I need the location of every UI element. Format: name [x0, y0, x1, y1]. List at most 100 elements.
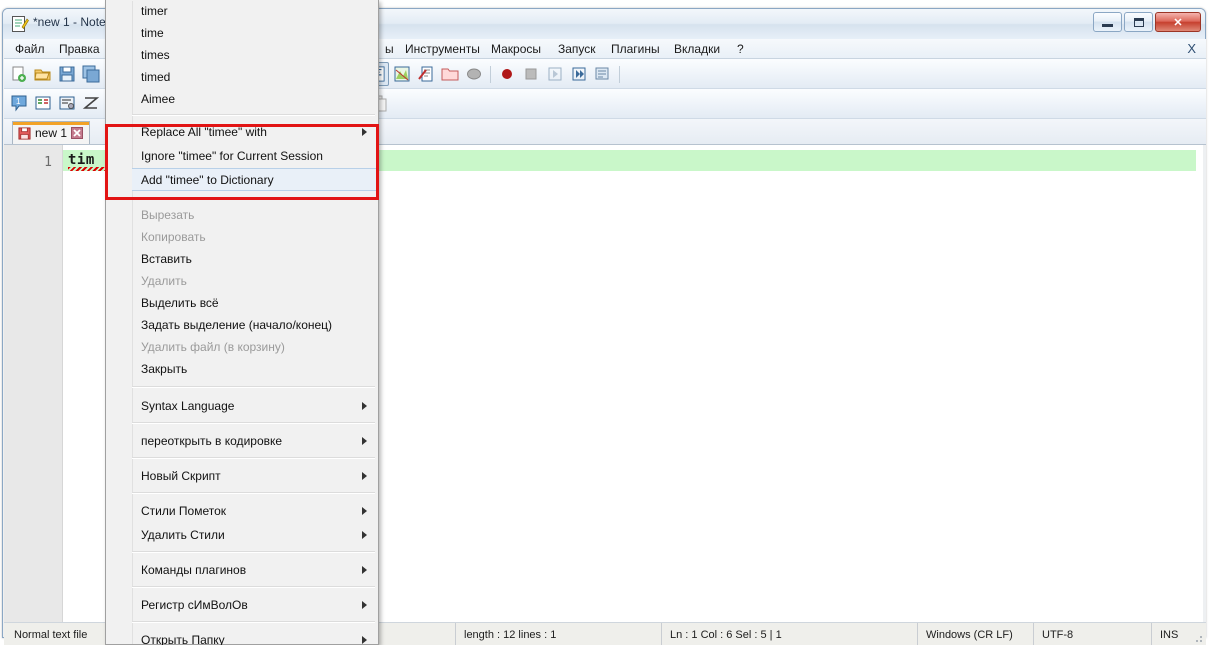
menu-close[interactable]: Закрыть	[132, 358, 377, 380]
suggestion-time[interactable]: time	[132, 22, 377, 44]
line-number: 1	[44, 155, 52, 170]
context-menu: timer time times timed Aimee Replace All…	[105, 0, 379, 645]
chevron-right-icon	[362, 402, 367, 410]
tab-new-1[interactable]: new 1	[12, 121, 91, 144]
monitoring-icon[interactable]	[463, 63, 485, 85]
vertical-scrollbar[interactable]	[1203, 145, 1206, 622]
menu-reopen-encoding[interactable]: переоткрыть в кодировке	[132, 429, 377, 453]
suggestion-timer[interactable]: timer	[132, 0, 377, 22]
chevron-right-icon	[362, 531, 367, 539]
menu-replace-all[interactable]: Replace All "timee" with	[132, 119, 377, 144]
menu-select-all[interactable]: Выделить всё	[132, 292, 377, 314]
chevron-right-icon	[362, 566, 367, 574]
tab-active-indicator	[13, 122, 90, 125]
window-buttons: ✕	[1093, 12, 1201, 32]
menu-remove-styles-label: Удалить Стили	[141, 528, 225, 542]
menu-separator	[132, 457, 375, 459]
menu-copy[interactable]: Копировать	[132, 226, 377, 248]
status-eol-format: Windows (CR LF)	[918, 623, 1034, 645]
menu-separator	[132, 422, 375, 424]
document-map-icon[interactable]	[391, 63, 413, 85]
menu-separator	[132, 492, 375, 494]
menu-remove-styles[interactable]: Удалить Стили	[132, 523, 377, 547]
menu-item-macros[interactable]: Макросы	[488, 42, 544, 56]
menu-item-file[interactable]: Файл	[12, 42, 48, 56]
menu-close-label: Закрыть	[141, 362, 188, 376]
menu-item-tabs[interactable]: Вкладки	[671, 42, 723, 56]
minimize-button[interactable]	[1093, 12, 1122, 32]
menu-separator	[132, 386, 375, 388]
menu-delete-file-label: Удалить файл (в корзину)	[141, 340, 285, 354]
function-list-icon[interactable]	[415, 63, 437, 85]
new-file-icon[interactable]	[8, 63, 30, 85]
menu-syntax-language-label: Syntax Language	[141, 399, 235, 413]
menu-ignore-session[interactable]: Ignore "timee" for Current Session	[132, 144, 377, 168]
close-button[interactable]: ✕	[1155, 12, 1201, 32]
save-macro-icon[interactable]	[592, 63, 614, 85]
menu-add-to-dictionary[interactable]: Add "timee" to Dictionary	[132, 168, 377, 191]
chevron-right-icon	[362, 128, 367, 136]
tab-label: new 1	[35, 126, 68, 140]
menu-new-script[interactable]: Новый Скрипт	[132, 464, 377, 488]
toolbar-separator	[616, 64, 623, 84]
status-encoding: UTF-8	[1034, 623, 1152, 645]
resize-grip-icon[interactable]	[1192, 632, 1204, 644]
svg-text:1: 1	[16, 97, 21, 106]
menu-separator	[132, 621, 375, 623]
menu-item-plugins[interactable]: Плагины	[608, 42, 663, 56]
open-file-icon[interactable]	[32, 63, 54, 85]
suggestion-timed[interactable]: timed	[132, 66, 377, 88]
menu-delete-file[interactable]: Удалить файл (в корзину)	[132, 336, 377, 358]
menu-item-partial[interactable]: ы	[382, 42, 397, 56]
menu-add-to-dictionary-label: Add "timee" to Dictionary	[141, 172, 274, 187]
menu-delete[interactable]: Удалить	[132, 270, 377, 292]
suggestion-times[interactable]: times	[132, 44, 377, 66]
menu-separator	[132, 114, 375, 116]
maximize-button[interactable]	[1124, 12, 1153, 32]
menu-copy-label: Копировать	[141, 230, 206, 244]
unsaved-floppy-icon	[18, 126, 31, 140]
menu-marker-styles[interactable]: Стили Пометок	[132, 499, 377, 523]
context-menu-items: timer time times timed Aimee Replace All…	[132, 0, 377, 645]
menu-delete-label: Удалить	[141, 274, 187, 288]
menu-separator	[132, 197, 375, 199]
suggestion-aimee[interactable]: Aimee	[132, 88, 377, 110]
menu-marker-styles-label: Стили Пометок	[141, 504, 227, 518]
menu-syntax-language[interactable]: Syntax Language	[132, 394, 377, 418]
sort-icon[interactable]	[80, 92, 102, 114]
stop-macro-icon[interactable]	[520, 63, 542, 85]
close-tab-icon[interactable]	[71, 127, 84, 139]
menu-reopen-encoding-label: переоткрыть в кодировке	[141, 434, 283, 448]
line-number-gutter: 1	[4, 145, 63, 622]
save-file-icon[interactable]	[56, 63, 78, 85]
close-document-button[interactable]: X	[1187, 41, 1196, 56]
save-all-icon[interactable]	[80, 63, 102, 85]
bookmark-icon[interactable]: 1	[8, 92, 30, 114]
properties-icon[interactable]	[56, 92, 78, 114]
record-macro-icon[interactable]	[496, 63, 518, 85]
menu-item-edit[interactable]: Правка	[56, 42, 103, 56]
toolbar-separator	[487, 64, 494, 84]
editor-text: tim	[68, 152, 95, 168]
folder-as-workspace-icon[interactable]	[439, 63, 461, 85]
play-multiple-macro-icon[interactable]	[568, 63, 590, 85]
spellcheck-squiggle	[68, 167, 110, 171]
chevron-right-icon	[362, 437, 367, 445]
menu-separator	[132, 551, 375, 553]
notepadpp-icon	[12, 16, 29, 32]
menu-item-run[interactable]: Запуск	[555, 42, 599, 56]
menu-item-tools[interactable]: Инструменты	[402, 42, 483, 56]
menu-set-selection[interactable]: Задать выделение (начало/конец)	[132, 314, 377, 336]
menu-paste[interactable]: Вставить	[132, 248, 377, 270]
compare-icon[interactable]	[32, 92, 54, 114]
menu-plugin-commands-label: Команды плагинов	[141, 563, 247, 577]
menu-item-help[interactable]: ?	[734, 42, 747, 56]
menu-ignore-session-label: Ignore "timee" for Current Session	[141, 149, 323, 163]
menu-plugin-commands[interactable]: Команды плагинов	[132, 558, 377, 582]
menu-character-case[interactable]: Регистр сИмВолОв	[132, 593, 377, 617]
status-insert-mode: INS	[1160, 628, 1179, 641]
chevron-right-icon	[362, 601, 367, 609]
play-macro-icon[interactable]	[544, 63, 566, 85]
menu-open-folder[interactable]: Открыть Папку	[132, 628, 377, 645]
menu-cut[interactable]: Вырезать	[132, 204, 377, 226]
